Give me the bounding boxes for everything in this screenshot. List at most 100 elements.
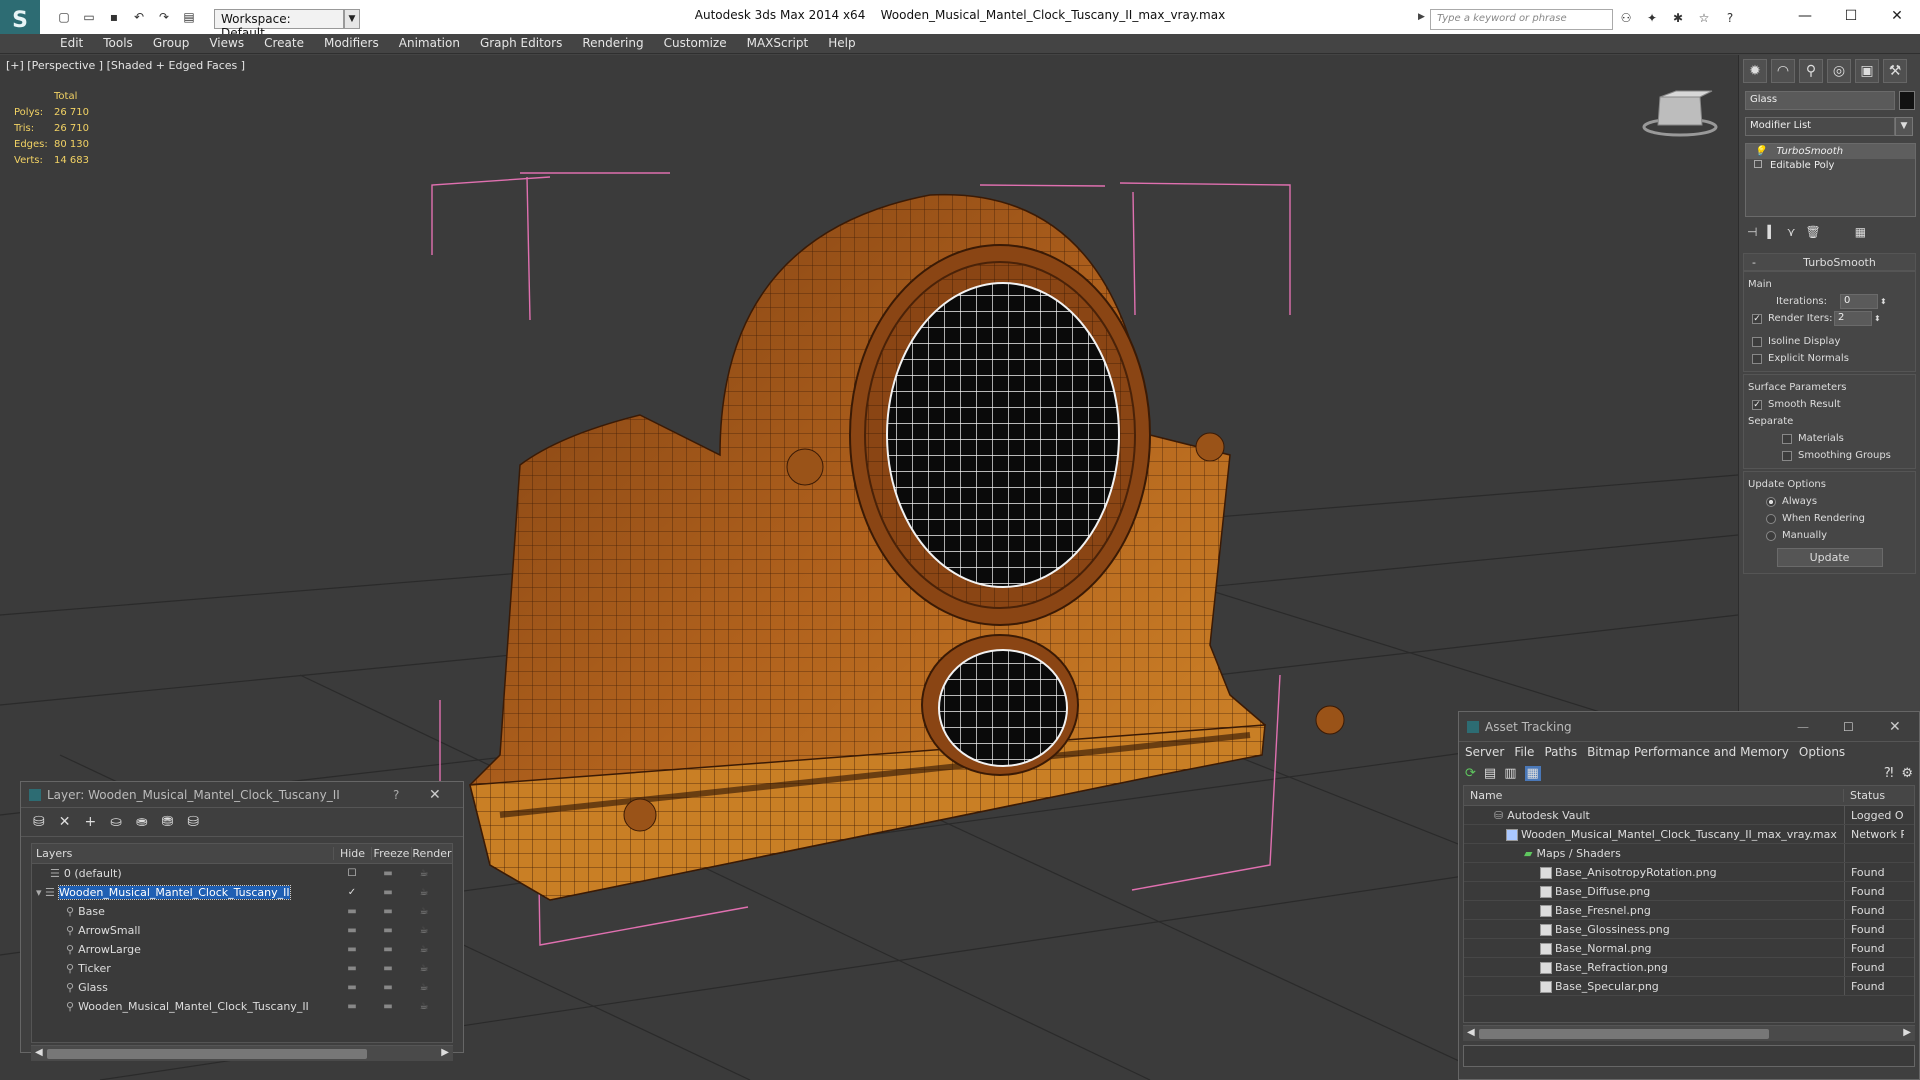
- stack-item-turbosmooth[interactable]: 💡 TurboSmooth: [1746, 144, 1915, 159]
- asset-menu-file[interactable]: File: [1514, 745, 1534, 759]
- layer-object-row[interactable]: ⚲ ArrowLarge ▬ ▬ ☕: [32, 940, 452, 959]
- modifier-list-dropdown[interactable]: Modifier List: [1745, 117, 1895, 136]
- layer-object-row[interactable]: ⚲ ArrowSmall ▬ ▬ ☕: [32, 921, 452, 940]
- asset-row[interactable]: Base_Fresnel.png Found: [1464, 901, 1914, 920]
- workspace-dropdown[interactable]: Workspace: Default: [214, 9, 344, 40]
- close-icon[interactable]: ✕: [1874, 4, 1920, 28]
- view-cube-icon[interactable]: [1642, 90, 1718, 137]
- list-view-icon[interactable]: ▤: [1484, 766, 1496, 781]
- clock-model[interactable]: [469, 193, 1345, 901]
- menu-rendering[interactable]: Rendering: [572, 34, 653, 53]
- col-status[interactable]: Status: [1844, 789, 1885, 802]
- close-icon[interactable]: ✕: [1889, 719, 1919, 735]
- materials-checkbox[interactable]: [1782, 433, 1792, 444]
- delete-layer-icon[interactable]: ✕: [59, 814, 71, 830]
- create-layer-icon[interactable]: ⛁: [33, 814, 45, 830]
- render-iters-spinner[interactable]: 2: [1834, 311, 1872, 326]
- menu-create[interactable]: Create: [254, 34, 314, 53]
- col-freeze[interactable]: Freeze: [372, 847, 412, 860]
- asset-menu-bitmap[interactable]: Bitmap Performance and Memory: [1587, 745, 1789, 759]
- asset-row[interactable]: Base_Normal.png Found: [1464, 939, 1914, 958]
- communication-icon[interactable]: ✱: [1668, 9, 1688, 27]
- asset-row[interactable]: ▰ Maps / Shaders: [1464, 844, 1914, 863]
- asset-row[interactable]: Base_AnisotropyRotation.png Found: [1464, 863, 1914, 882]
- favorites-star-icon[interactable]: ☆: [1694, 9, 1714, 27]
- layer-dialog-titlebar[interactable]: Layer: Wooden_Musical_Mantel_Clock_Tusca…: [21, 782, 463, 808]
- spinner-arrows-icon[interactable]: ⬍: [1880, 297, 1887, 306]
- col-name[interactable]: Name: [1464, 789, 1844, 802]
- refresh-icon[interactable]: ⟳: [1465, 766, 1476, 781]
- minimize-icon[interactable]: —: [1797, 720, 1843, 734]
- new-file-icon[interactable]: ▢: [54, 8, 74, 26]
- layer-row-selected[interactable]: ▾ ☰ Wooden_Musical_Mantel_Clock_Tuscany_I…: [32, 883, 452, 902]
- asset-menu-paths[interactable]: Paths: [1544, 745, 1577, 759]
- menu-edit[interactable]: Edit: [50, 34, 93, 53]
- menu-help[interactable]: Help: [818, 34, 865, 53]
- add-to-layer-icon[interactable]: +: [84, 814, 96, 830]
- menu-maxscript[interactable]: MAXScript: [737, 34, 819, 53]
- menu-tools[interactable]: Tools: [93, 34, 143, 53]
- clock-glass-face[interactable]: [886, 282, 1120, 588]
- freeze-all-icon[interactable]: ⛁: [187, 814, 199, 830]
- menu-views[interactable]: Views: [199, 34, 254, 53]
- maximize-icon[interactable]: ☐: [1843, 720, 1889, 734]
- search-expand-icon[interactable]: ▶: [1418, 12, 1425, 22]
- open-file-icon[interactable]: ▭: [79, 8, 99, 26]
- spinner-arrows-icon[interactable]: ⬍: [1874, 314, 1881, 323]
- asset-path-field[interactable]: [1463, 1045, 1915, 1067]
- asset-row[interactable]: Base_Refraction.png Found: [1464, 958, 1914, 977]
- search-input[interactable]: Type a keyword or phrase: [1430, 9, 1613, 30]
- workspace-menu-arrow-icon[interactable]: ▼: [344, 9, 360, 29]
- create-tab-sun-icon[interactable]: ✹: [1743, 59, 1767, 83]
- menu-modifiers[interactable]: Modifiers: [314, 34, 389, 53]
- smooth-result-checkbox[interactable]: ✓: [1752, 399, 1762, 410]
- redo-icon[interactable]: ↷: [154, 8, 174, 26]
- save-icon[interactable]: ▪: [104, 8, 124, 26]
- binoculars-icon[interactable]: ⚇: [1616, 9, 1636, 27]
- asset-dialog-titlebar[interactable]: Asset Tracking — ☐ ✕: [1459, 712, 1919, 742]
- hide-all-icon[interactable]: ⛃: [162, 814, 174, 830]
- highlight-layer-icon[interactable]: ⛂: [136, 814, 148, 830]
- turbosmooth-rollout-header[interactable]: - TurboSmooth: [1743, 253, 1916, 271]
- smoothing-groups-checkbox[interactable]: [1782, 450, 1792, 461]
- menu-graph-editors[interactable]: Graph Editors: [470, 34, 572, 53]
- display-tab-icon[interactable]: ▣: [1855, 59, 1879, 83]
- clock-small-glass[interactable]: [938, 649, 1068, 767]
- help-icon[interactable]: ⁈: [1884, 766, 1894, 781]
- layer-object-row[interactable]: ⚲ Glass ▬ ▬ ☕: [32, 978, 452, 997]
- asset-row[interactable]: Wooden_Musical_Mantel_Clock_Tuscany_II_m…: [1464, 825, 1914, 844]
- asset-row[interactable]: Base_Specular.png Found: [1464, 977, 1914, 996]
- object-name-field[interactable]: Glass: [1745, 91, 1895, 110]
- hierarchy-tab-icon[interactable]: ⚲: [1799, 59, 1823, 83]
- help-icon[interactable]: ?: [1720, 9, 1740, 27]
- asset-horizontal-scrollbar[interactable]: ◀ ▶: [1463, 1025, 1915, 1041]
- undo-icon[interactable]: ↶: [129, 8, 149, 26]
- asset-row[interactable]: ⛁Autodesk VaultLogged Ou: [1464, 806, 1914, 825]
- layer-object-row[interactable]: ⚲ Wooden_Musical_Mantel_Clock_Tuscany_II ▬…: [32, 997, 452, 1016]
- select-objects-icon[interactable]: ⛀: [110, 814, 122, 830]
- chevron-down-icon[interactable]: ▼: [1895, 117, 1913, 136]
- asset-row[interactable]: Base_Glossiness.png Found: [1464, 920, 1914, 939]
- asset-menu-server[interactable]: Server: [1465, 745, 1504, 759]
- isoline-display-checkbox[interactable]: [1752, 336, 1762, 347]
- show-end-result-icon[interactable]: ▍: [1767, 225, 1776, 239]
- asset-menu-options[interactable]: Options: [1799, 745, 1845, 759]
- project-folder-icon[interactable]: ▤: [179, 8, 199, 26]
- update-button[interactable]: Update: [1776, 548, 1883, 567]
- help-icon[interactable]: ?: [393, 788, 429, 802]
- remove-modifier-icon[interactable]: 🗑: [1805, 225, 1820, 239]
- explicit-normals-checkbox[interactable]: [1752, 353, 1762, 364]
- manually-radio[interactable]: [1766, 530, 1776, 541]
- settings-icon[interactable]: ⚙: [1901, 766, 1913, 781]
- viewport-label[interactable]: [+] [Perspective ] [Shaded + Edged Faces…: [6, 59, 245, 72]
- minimize-icon[interactable]: —: [1782, 4, 1828, 28]
- close-icon[interactable]: ✕: [429, 787, 463, 803]
- object-color-swatch[interactable]: [1899, 91, 1915, 110]
- col-layers[interactable]: Layers: [32, 847, 334, 860]
- configure-modifier-sets-icon[interactable]: ▦: [1855, 225, 1866, 239]
- when-rendering-radio[interactable]: [1766, 513, 1776, 524]
- iterations-spinner[interactable]: 0: [1840, 294, 1878, 309]
- subscription-icon[interactable]: ✦: [1642, 9, 1662, 27]
- always-radio[interactable]: [1766, 496, 1776, 507]
- menu-customize[interactable]: Customize: [654, 34, 737, 53]
